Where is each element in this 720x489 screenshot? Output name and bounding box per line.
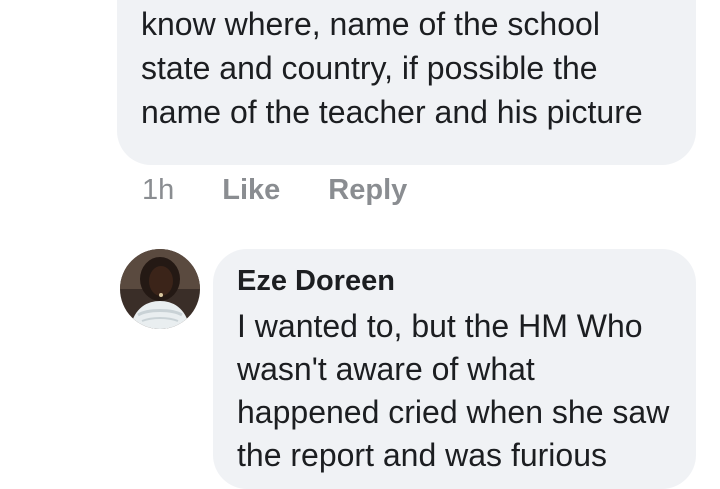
reply-text: I wanted to, but the HM Who wasn't aware… — [237, 308, 670, 473]
reply-button[interactable]: Reply — [328, 174, 407, 207]
reply-author[interactable]: Eze Doreen — [237, 263, 676, 299]
comment-timestamp: 1h — [142, 173, 175, 206]
comment-bubble: know where, name of the school state and… — [117, 0, 696, 165]
avatar[interactable] — [120, 249, 200, 329]
like-button[interactable]: Like — [222, 174, 280, 207]
comment-actions: 1h Like Reply — [142, 168, 455, 212]
reply-bubble: Eze Doreen I wanted to, but the HM Who w… — [213, 249, 696, 489]
comment-text: know where, name of the school state and… — [141, 6, 643, 130]
avatar-photo — [120, 249, 200, 329]
